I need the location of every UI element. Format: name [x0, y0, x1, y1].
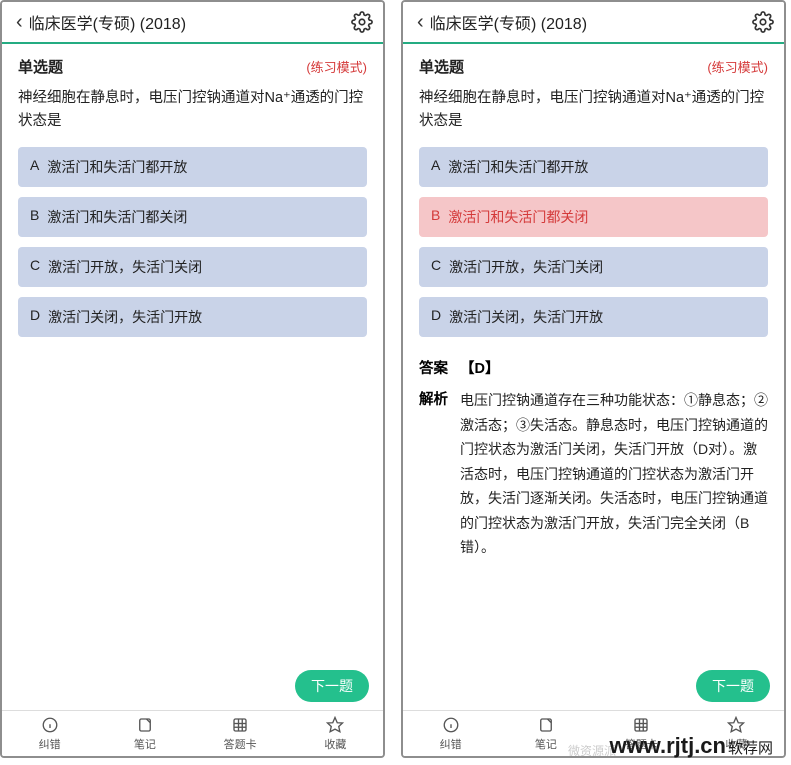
tabbar: 纠错 笔记 答题卡 收藏: [403, 710, 784, 756]
question-type: 单选题: [419, 56, 707, 77]
mode-badge: (练习模式): [707, 57, 768, 76]
page-title: 临床医学(专硕) (2018): [29, 10, 351, 34]
star-icon: [727, 716, 745, 734]
next-button[interactable]: 下一题: [295, 670, 369, 702]
header: ‹ 临床医学(专硕) (2018): [2, 2, 383, 44]
note-icon: [537, 716, 555, 734]
mode-badge: (练习模式): [306, 57, 367, 76]
tab-card[interactable]: 答题卡: [193, 711, 288, 756]
question-text: 神经细胞在静息时，电压门控钠通道对Na⁺通透的门控状态是: [18, 87, 367, 133]
tab-favorite[interactable]: 收藏: [689, 711, 784, 756]
tabbar: 纠错 笔记 答题卡 收藏: [2, 710, 383, 756]
back-button[interactable]: ‹: [413, 7, 428, 38]
explanation-label: 解析: [419, 388, 448, 560]
option-b[interactable]: B激活门和失活门都关闭: [419, 197, 768, 237]
question-text: 神经细胞在静息时，电压门控钠通道对Na⁺通透的门控状态是: [419, 87, 768, 133]
star-icon: [326, 716, 344, 734]
answer-value: 【D】: [460, 357, 499, 378]
back-button[interactable]: ‹: [12, 7, 27, 38]
answer-block: 答案 【D】 解析 电压门控钠通道存在三种功能状态：①静息态；②激活态；③失活态…: [419, 357, 768, 560]
grid-icon: [632, 716, 650, 734]
tab-note[interactable]: 笔记: [97, 711, 192, 756]
grid-icon: [231, 716, 249, 734]
option-c[interactable]: C激活门开放，失活门关闭: [18, 247, 367, 287]
phone-right: ‹ 临床医学(专硕) (2018) 单选题 (练习模式) 神经细胞在静息时，电压…: [401, 0, 786, 758]
info-icon: [41, 716, 59, 734]
header: ‹ 临床医学(专硕) (2018): [403, 2, 784, 44]
question-type: 单选题: [18, 56, 306, 77]
info-icon: [442, 716, 460, 734]
page-title: 临床医学(专硕) (2018): [430, 10, 752, 34]
gear-icon[interactable]: [752, 11, 774, 33]
note-icon: [136, 716, 154, 734]
tab-card[interactable]: 答题卡: [594, 711, 689, 756]
tab-note[interactable]: 笔记: [498, 711, 593, 756]
explanation-text: 电压门控钠通道存在三种功能状态：①静息态；②激活态；③失活态。静息态时，电压门控…: [460, 388, 768, 560]
option-d[interactable]: D激活门关闭，失活门开放: [18, 297, 367, 337]
next-button[interactable]: 下一题: [696, 670, 770, 702]
tab-favorite[interactable]: 收藏: [288, 711, 383, 756]
option-b[interactable]: B激活门和失活门都关闭: [18, 197, 367, 237]
tab-correction[interactable]: 纠错: [2, 711, 97, 756]
option-c[interactable]: C激活门开放，失活门关闭: [419, 247, 768, 287]
tab-correction[interactable]: 纠错: [403, 711, 498, 756]
option-a[interactable]: A激活门和失活门都开放: [18, 147, 367, 187]
gear-icon[interactable]: [351, 11, 373, 33]
content-area: 单选题 (练习模式) 神经细胞在静息时，电压门控钠通道对Na⁺通透的门控状态是 …: [2, 44, 383, 710]
content-area: 单选题 (练习模式) 神经细胞在静息时，电压门控钠通道对Na⁺通透的门控状态是 …: [403, 44, 784, 710]
option-a[interactable]: A激活门和失活门都开放: [419, 147, 768, 187]
phone-left: ‹ 临床医学(专硕) (2018) 单选题 (练习模式) 神经细胞在静息时，电压…: [0, 0, 385, 758]
answer-label: 答案: [419, 357, 448, 378]
option-d[interactable]: D激活门关闭，失活门开放: [419, 297, 768, 337]
